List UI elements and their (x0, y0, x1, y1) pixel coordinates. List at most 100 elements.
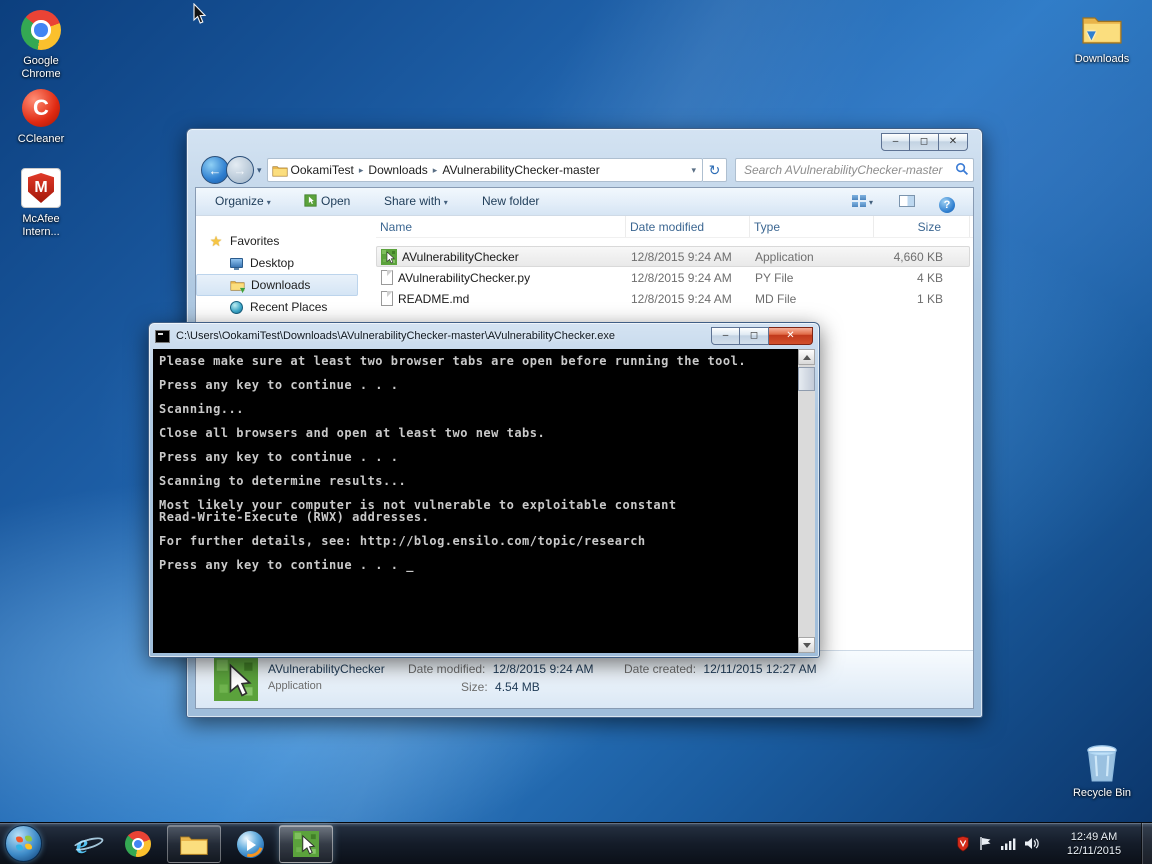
column-header-type[interactable]: Type (750, 216, 874, 237)
caret-down-icon: ▾ (444, 198, 448, 207)
taskbar-internet-explorer-button[interactable]: e (55, 825, 109, 863)
internet-explorer-icon: e (76, 829, 88, 860)
refresh-button[interactable]: ↻ (703, 158, 727, 182)
address-dropdown-icon[interactable]: ▾ (691, 165, 698, 176)
ccleaner-icon: C (19, 86, 63, 130)
file-size: 4 KB (875, 271, 971, 285)
change-view-button[interactable]: ▾ (852, 194, 873, 208)
taskbar-media-player-button[interactable] (223, 825, 277, 863)
forward-button[interactable]: → (226, 156, 254, 184)
sidebar-item-favorites[interactable]: ★ Favorites (196, 230, 376, 252)
system-tray (956, 823, 1040, 864)
file-date: 12/8/2015 9:24 AM (627, 292, 751, 306)
address-bar[interactable]: OokamiTest ▸ Downloads ▸ AVulnerabilityC… (267, 158, 703, 182)
details-file-type: Application (268, 680, 322, 692)
desktop-icon-label: Recycle Bin (1069, 787, 1135, 800)
explorer-window-controls: – ◻ ✕ (881, 133, 968, 151)
application-file-icon-large (214, 657, 258, 701)
file-name: README.md (398, 292, 469, 306)
search-icon[interactable] (955, 162, 969, 176)
sidebar-item-label: Desktop (250, 256, 294, 270)
column-header-date-modified[interactable]: Date modified (626, 216, 750, 237)
download-arrow-icon: ▼ (238, 285, 247, 295)
clock-time: 12:49 AM (1052, 830, 1136, 844)
avulnerabilitychecker-icon (293, 831, 319, 857)
column-header-size[interactable]: Size (874, 216, 970, 237)
taskbar-explorer-button[interactable] (167, 825, 221, 863)
help-button[interactable]: ? (939, 194, 955, 213)
action-center-flag-icon[interactable] (979, 836, 992, 851)
breadcrumb-segment[interactable]: AVulnerabilityChecker-master (439, 163, 602, 177)
network-icon[interactable] (1001, 837, 1016, 850)
file-size: 4,660 KB (875, 250, 971, 264)
desktop-icon-google-chrome[interactable]: Google Chrome (8, 8, 74, 81)
details-modified-value: 12/8/2015 9:24 AM (493, 662, 594, 676)
chrome-icon (125, 831, 151, 857)
file-row-readme-md[interactable]: README.md 12/8/2015 9:24 AM MD File 1 KB (376, 288, 970, 309)
volume-icon[interactable] (1025, 837, 1040, 850)
sidebar-item-label: Recent Places (250, 300, 327, 314)
scroll-thumb[interactable] (798, 367, 815, 391)
details-size-label: Size: (461, 680, 488, 694)
maximize-button[interactable]: ◻ (910, 133, 939, 151)
organize-menu[interactable]: Organize▾ (215, 194, 271, 208)
desktop-icon-ccleaner[interactable]: C CCleaner (8, 86, 74, 146)
desktop-icon-mcafee[interactable]: M McAfee Intern... (8, 166, 74, 239)
details-created-value: 12/11/2015 12:27 AM (703, 662, 816, 676)
media-player-icon (237, 831, 264, 858)
desktop-icon-label: Google Chrome (8, 55, 74, 81)
taskbar-buttons: e (54, 824, 334, 864)
download-arrow-icon: ▼ (1084, 27, 1099, 44)
console-scrollbar[interactable] (798, 349, 815, 653)
open-label: Open (321, 194, 350, 208)
file-row-avulnerabilitychecker[interactable]: AVulnerabilityChecker 12/8/2015 9:24 AM … (376, 246, 970, 267)
desktop-icon-recycle-bin[interactable]: Recycle Bin (1069, 740, 1135, 800)
clock-date: 12/11/2015 (1052, 844, 1136, 858)
share-with-menu[interactable]: Share with▾ (384, 194, 448, 208)
search-input[interactable] (735, 158, 974, 182)
details-file-name: AVulnerabilityChecker (268, 662, 385, 676)
back-icon: ← (209, 163, 222, 178)
mcafee-tray-icon[interactable] (956, 836, 970, 852)
show-desktop-button[interactable] (1141, 823, 1152, 864)
scroll-up-button[interactable] (798, 349, 815, 365)
recent-places-icon (228, 299, 244, 315)
file-row-avulnerabilitychecker-py[interactable]: AVulnerabilityChecker.py 12/8/2015 9:24 … (376, 267, 970, 288)
new-folder-label: New folder (482, 194, 539, 208)
details-pane: AVulnerabilityChecker Application Date m… (196, 650, 973, 708)
file-type: MD File (751, 292, 875, 306)
desktop-icon-small (228, 255, 244, 271)
taskbar-clock[interactable]: 12:49 AM 12/11/2015 (1052, 830, 1136, 858)
scroll-down-button[interactable] (798, 637, 815, 653)
desktop: Google Chrome C CCleaner M McAfee Intern… (0, 0, 1152, 864)
minimize-button[interactable]: – (881, 133, 910, 151)
sidebar-item-recent-places[interactable]: Recent Places (196, 296, 376, 318)
taskbar-avulnerabilitychecker-button[interactable] (279, 825, 333, 863)
taskbar-chrome-button[interactable] (111, 825, 165, 863)
sidebar-item-downloads[interactable]: ▼ Downloads (196, 274, 358, 296)
open-button[interactable]: Open (304, 194, 350, 208)
close-button[interactable]: ✕ (939, 133, 968, 151)
caret-down-icon: ▾ (869, 198, 873, 207)
back-button[interactable]: ← (201, 156, 229, 184)
preview-pane-button[interactable] (899, 194, 915, 208)
column-header-name[interactable]: Name (376, 216, 626, 237)
start-button[interactable] (5, 825, 42, 862)
explorer-folder-icon (179, 832, 209, 856)
console-body[interactable]: Please make sure at least two browser ta… (153, 349, 815, 653)
new-folder-button[interactable]: New folder (482, 194, 539, 208)
history-dropdown[interactable]: ▾ (257, 165, 262, 176)
scroll-down-icon (803, 643, 811, 652)
desktop-icon-downloads[interactable]: ▼ Downloads (1069, 6, 1135, 66)
sidebar-item-desktop[interactable]: Desktop (196, 252, 376, 274)
minimize-button[interactable]: – (711, 327, 740, 345)
application-file-icon (381, 249, 397, 265)
breadcrumb-segment[interactable]: Downloads (365, 163, 430, 177)
maximize-button[interactable]: ◻ (740, 327, 769, 345)
breadcrumb-segment[interactable]: OokamiTest (288, 163, 357, 177)
close-button[interactable]: ✕ (769, 327, 813, 345)
file-size: 1 KB (875, 292, 971, 306)
sidebar-item-label: Downloads (251, 278, 310, 292)
views-icon (852, 195, 866, 207)
mouse-cursor (193, 3, 209, 25)
